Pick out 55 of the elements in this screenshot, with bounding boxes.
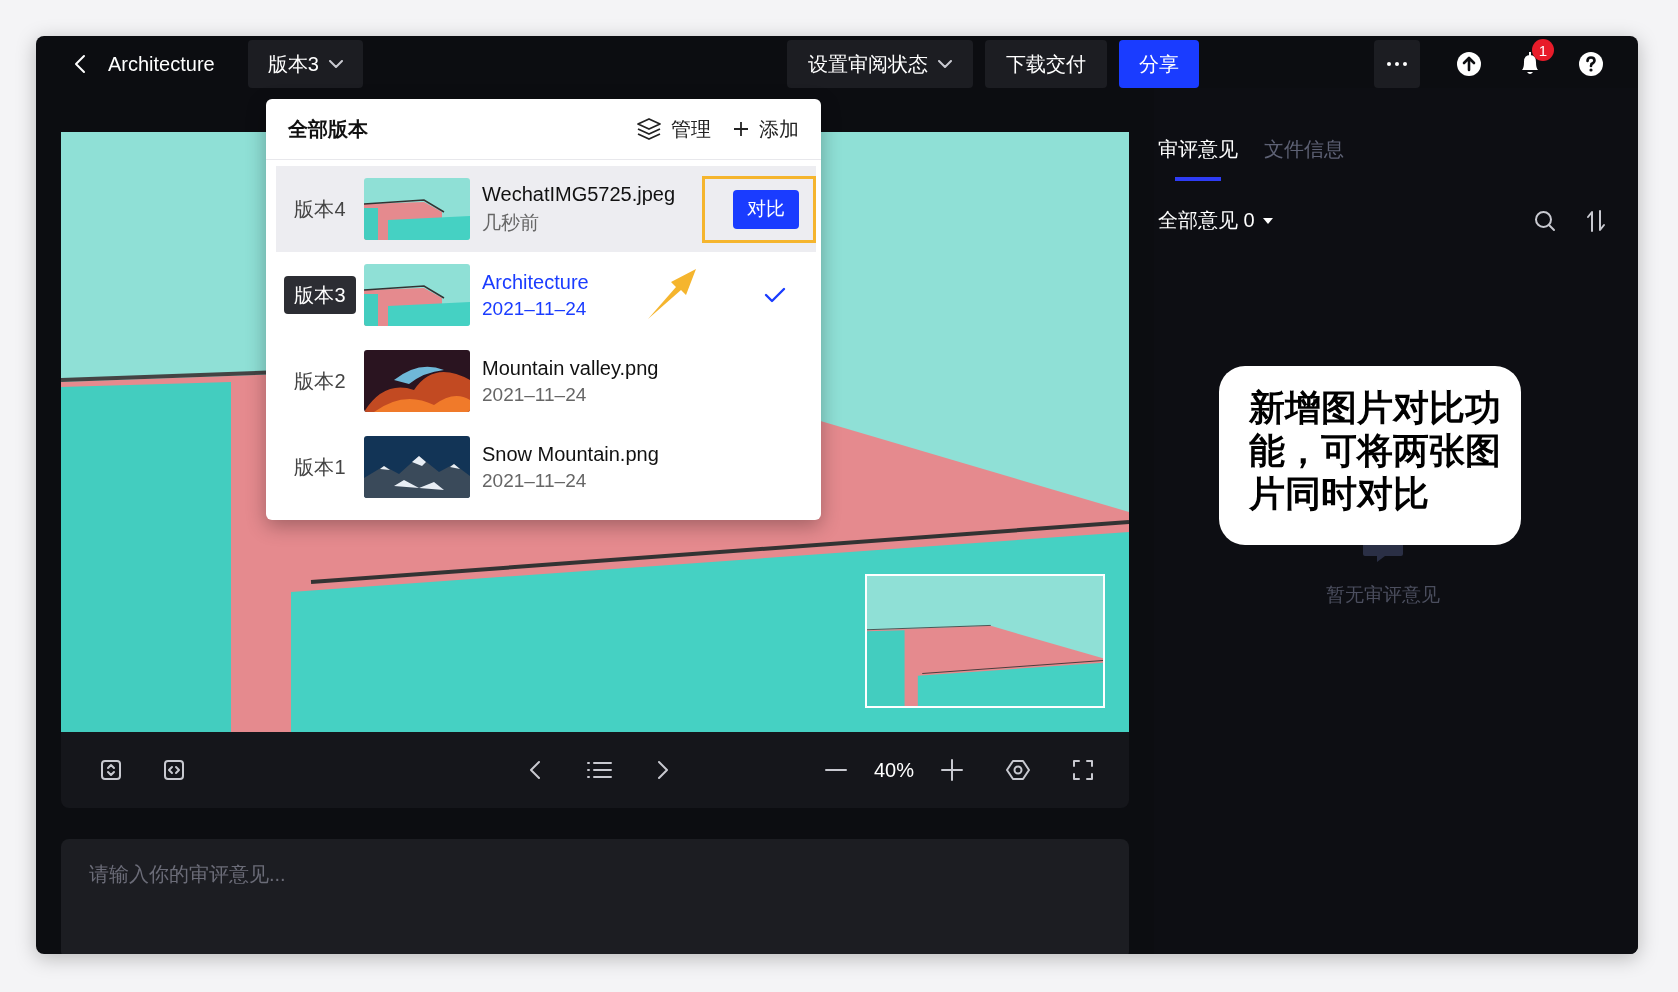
chevron-down-icon [328, 60, 343, 68]
panel-tab[interactable]: 审评意见 [1158, 136, 1238, 181]
chevron-down-icon [938, 60, 953, 68]
plus-icon [733, 121, 749, 137]
manage-button[interactable]: 管理 [637, 115, 711, 143]
hexagon-icon[interactable] [1006, 759, 1030, 781]
comment-input-field[interactable]: 请输入你的审评意见... [61, 839, 1129, 954]
review-status-dropdown[interactable]: 设置审阅状态 [787, 40, 974, 88]
fit-height-icon[interactable] [101, 760, 121, 780]
empty-state-text: 暂无审评意见 [1326, 583, 1440, 607]
pointer-arrow [646, 267, 698, 321]
add-button[interactable]: 添加 [733, 115, 799, 143]
zoom-level: 40% [873, 758, 914, 782]
fit-width-icon[interactable] [164, 760, 184, 780]
file-name: WechatIMG5725.jpeg [482, 182, 677, 206]
previous-icon[interactable] [529, 760, 542, 780]
version-row[interactable]: 版本3 Architecture 2021–11–24 [276, 252, 816, 338]
zoom-out-icon[interactable] [824, 768, 847, 772]
notification-badge: 1 [1532, 39, 1554, 61]
fullscreen-icon[interactable] [1073, 760, 1093, 780]
version-label: 版本4 [293, 196, 347, 222]
file-date: 几秒前 [482, 210, 540, 235]
version-row[interactable]: 版本2 Mountain valley.png 2021–11–24 [276, 338, 816, 424]
file-date: 2021–11–24 [482, 469, 588, 492]
caret-down-icon [1262, 217, 1273, 224]
file-name: Mountain valley.png [482, 356, 660, 380]
version-label: 版本3 [284, 276, 356, 314]
layers-icon [637, 118, 661, 140]
upload-icon[interactable] [1456, 51, 1482, 77]
version-label: 版本2 [293, 368, 347, 394]
list-icon[interactable] [586, 760, 613, 780]
version-label: 版本1 [293, 454, 347, 480]
menu-title: 全部版本 [288, 116, 368, 142]
version-row[interactable]: 版本1 Snow Mountain.png 2021–11–24 [276, 424, 816, 510]
file-title: Architecture [108, 52, 215, 76]
back-icon[interactable] [74, 54, 86, 74]
version-row[interactable]: 版本4 WechatIMG5725.jpeg 几秒前 对比 [276, 166, 816, 252]
next-icon[interactable] [657, 760, 670, 780]
file-name: Architecture [482, 270, 590, 294]
compare-button[interactable]: 对比 [733, 189, 799, 229]
help-icon[interactable] [1578, 51, 1604, 77]
more-button[interactable] [1374, 40, 1420, 88]
file-date: 2021–11–24 [482, 297, 588, 320]
more-icon [1387, 62, 1407, 66]
file-name: Snow Mountain.png [482, 442, 660, 466]
sort-icon[interactable] [1586, 208, 1606, 233]
callout-bubble: 新增图片对比功能，可将两张图片同时对比 [1219, 366, 1521, 545]
share-button[interactable]: 分享 [1119, 40, 1200, 88]
version-dropdown-button[interactable]: 版本3 [247, 40, 363, 88]
search-icon[interactable] [1534, 209, 1556, 232]
download-button[interactable]: 下载交付 [985, 40, 1108, 88]
checkmark-icon [764, 287, 786, 303]
zoom-in-icon[interactable] [941, 759, 963, 781]
comment-filter-dropdown[interactable]: 全部意见 0 [1158, 207, 1273, 234]
file-date: 2021–11–24 [482, 383, 588, 406]
